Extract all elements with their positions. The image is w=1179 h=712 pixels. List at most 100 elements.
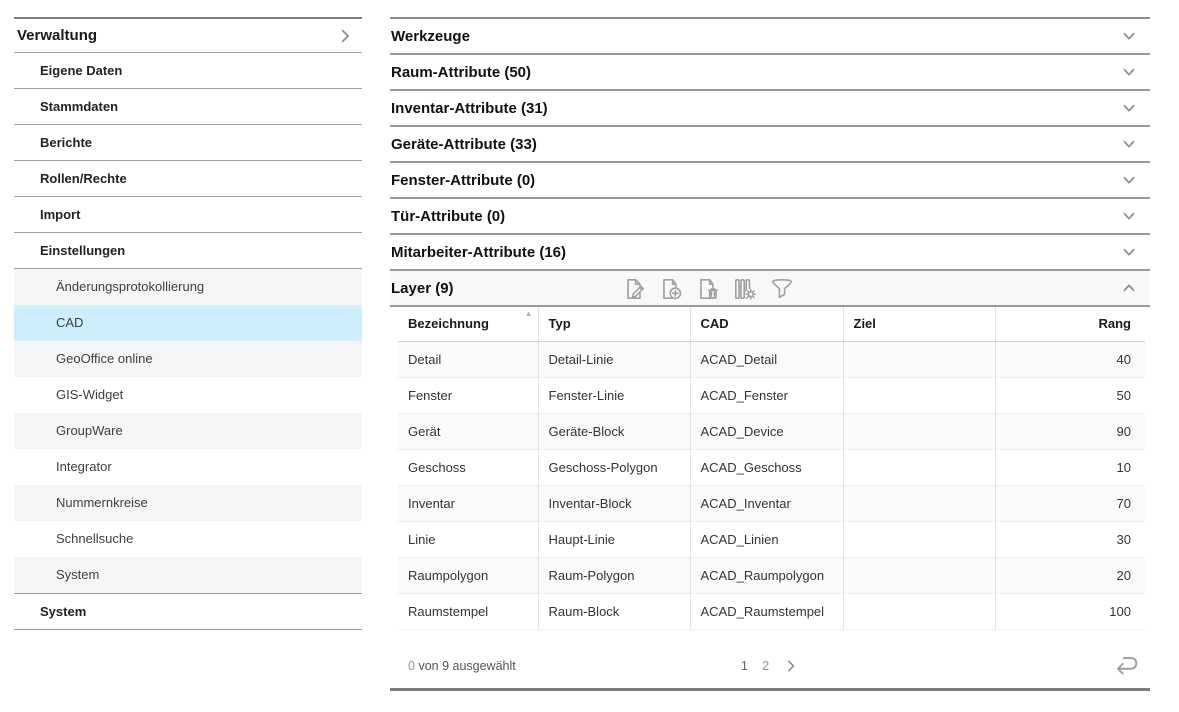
sidebar-item[interactable]: Rollen/Rechte <box>14 161 362 197</box>
cell-ziel <box>843 521 995 557</box>
accordion-header[interactable]: Fenster-Attribute (0) <box>390 163 1150 199</box>
sidebar-subitem[interactable]: Änderungsprotokollierung <box>14 269 362 305</box>
table-row[interactable]: Inventar Inventar-Block ACAD_Inventar 70 <box>398 485 1145 521</box>
page-number[interactable]: 1 <box>741 658 748 673</box>
cell-typ: Raum-Polygon <box>538 557 690 593</box>
accordion-label: Raum-Attribute (50) <box>391 64 531 81</box>
chevron-down-icon <box>1120 63 1138 81</box>
cell-cad: ACAD_Raumstempel <box>690 593 843 629</box>
sidebar-subitem[interactable]: GeoOffice online <box>14 341 362 377</box>
sidebar-item[interactable]: Import <box>14 197 362 233</box>
column-header-rang[interactable]: Rang <box>995 307 1145 341</box>
sidebar-subitem[interactable]: CAD <box>14 305 362 341</box>
chevron-down-icon <box>1120 27 1138 45</box>
column-header-cad[interactable]: CAD <box>690 307 843 341</box>
cell-rang: 20 <box>995 557 1145 593</box>
accordion-header[interactable]: Inventar-Attribute (31) <box>390 91 1150 127</box>
cell-typ: Haupt-Linie <box>538 521 690 557</box>
sidebar-header-verwaltung[interactable]: Verwaltung <box>14 19 362 53</box>
pagination: 1 2 <box>741 658 799 674</box>
cell-ziel <box>843 377 995 413</box>
table-row[interactable]: Fenster Fenster-Linie ACAD_Fenster 50 <box>398 377 1145 413</box>
next-page-icon[interactable] <box>783 658 799 674</box>
delete-record-icon[interactable] <box>694 276 721 303</box>
panel-bottom-divider <box>390 688 1150 691</box>
sidebar-subitem[interactable]: GroupWare <box>14 413 362 449</box>
layer-table: Bezeichnung ▲ Typ CAD Ziel Rang Detail D… <box>398 307 1145 630</box>
cell-ziel <box>843 557 995 593</box>
sidebar-item[interactable]: Eigene Daten <box>14 53 362 89</box>
sidebar-subitem[interactable]: GIS-Widget <box>14 377 362 413</box>
table-row[interactable]: Gerät Geräte-Block ACAD_Device 90 <box>398 413 1145 449</box>
page-number[interactable]: 2 <box>762 658 769 673</box>
selection-text: von 9 ausgewählt <box>418 659 515 673</box>
settings-subitems: Änderungsprotokollierung CAD GeoOffice o… <box>14 269 362 594</box>
cell-ziel <box>843 449 995 485</box>
accordion-label: Geräte-Attribute (33) <box>391 136 537 153</box>
table-row[interactable]: Raumstempel Raum-Block ACAD_Raumstempel … <box>398 593 1145 629</box>
table-row[interactable]: Linie Haupt-Linie ACAD_Linien 30 <box>398 521 1145 557</box>
return-icon[interactable] <box>1112 652 1142 678</box>
cell-bezeichnung: Geschoss <box>398 449 538 485</box>
sidebar-subitem[interactable]: Nummernkreise <box>14 485 362 521</box>
cell-ziel <box>843 485 995 521</box>
cell-typ: Geschoss-Polygon <box>538 449 690 485</box>
cell-cad: ACAD_Geschoss <box>690 449 843 485</box>
cell-cad: ACAD_Device <box>690 413 843 449</box>
cell-cad: ACAD_Linien <box>690 521 843 557</box>
accordion-label: Inventar-Attribute (31) <box>391 100 548 117</box>
cell-bezeichnung: Gerät <box>398 413 538 449</box>
column-header-bezeichnung[interactable]: Bezeichnung ▲ <box>398 307 538 341</box>
cell-rang: 100 <box>995 593 1145 629</box>
accordion-header-layer[interactable]: Layer (9) <box>390 271 1150 307</box>
chevron-up-icon <box>1120 279 1138 297</box>
cell-cad: ACAD_Inventar <box>690 485 843 521</box>
cell-cad: ACAD_Raumpolygon <box>690 557 843 593</box>
sidebar-item[interactable]: Einstellungen <box>14 233 362 269</box>
cell-rang: 40 <box>995 341 1145 377</box>
add-record-icon[interactable] <box>657 276 684 303</box>
column-settings-icon[interactable] <box>731 276 758 303</box>
chevron-down-icon <box>1120 135 1138 153</box>
accordion-header[interactable]: Tür-Attribute (0) <box>390 199 1150 235</box>
sidebar-subitem[interactable]: Integrator <box>14 449 362 485</box>
sidebar-item[interactable]: Berichte <box>14 125 362 161</box>
cell-bezeichnung: Inventar <box>398 485 538 521</box>
table-row[interactable]: Detail Detail-Linie ACAD_Detail 40 <box>398 341 1145 377</box>
cell-bezeichnung: Raumstempel <box>398 593 538 629</box>
admin-sidebar: Verwaltung Eigene Daten Stammdaten Beric… <box>14 17 362 630</box>
accordion-header[interactable]: Mitarbeiter-Attribute (16) <box>390 235 1150 271</box>
cell-rang: 10 <box>995 449 1145 485</box>
column-header-ziel[interactable]: Ziel <box>843 307 995 341</box>
cell-typ: Fenster-Linie <box>538 377 690 413</box>
cell-typ: Raum-Block <box>538 593 690 629</box>
cell-rang: 70 <box>995 485 1145 521</box>
accordion-label: Fenster-Attribute (0) <box>391 172 535 189</box>
cell-rang: 50 <box>995 377 1145 413</box>
cell-bezeichnung: Raumpolygon <box>398 557 538 593</box>
settings-cad-panel: Werkzeuge Raum-Attribute (50) Inventar-A… <box>390 17 1150 691</box>
table-row[interactable]: Geschoss Geschoss-Polygon ACAD_Geschoss … <box>398 449 1145 485</box>
accordion-header[interactable]: Geräte-Attribute (33) <box>390 127 1150 163</box>
accordion-header[interactable]: Raum-Attribute (50) <box>390 55 1150 91</box>
filter-icon[interactable] <box>768 276 795 303</box>
cell-typ: Detail-Linie <box>538 341 690 377</box>
table-row[interactable]: Raumpolygon Raum-Polygon ACAD_Raumpolygo… <box>398 557 1145 593</box>
sidebar-item-system[interactable]: System <box>14 594 362 630</box>
layer-table-footer: 0 von 9 ausgewählt 1 2 <box>390 646 1150 686</box>
column-header-label: Bezeichnung <box>408 316 489 331</box>
layer-toolbar <box>620 271 795 307</box>
sidebar-subitem[interactable]: System <box>14 557 362 593</box>
cell-bezeichnung: Linie <box>398 521 538 557</box>
selection-status: 0 von 9 ausgewählt <box>390 659 516 673</box>
column-header-typ[interactable]: Typ <box>538 307 690 341</box>
accordion-header[interactable]: Werkzeuge <box>390 19 1150 55</box>
cell-ziel <box>843 413 995 449</box>
sidebar-item[interactable]: Stammdaten <box>14 89 362 125</box>
edit-record-icon[interactable] <box>620 276 647 303</box>
cell-typ: Inventar-Block <box>538 485 690 521</box>
accordion-label: Werkzeuge <box>391 28 470 45</box>
cell-cad: ACAD_Fenster <box>690 377 843 413</box>
chevron-down-icon <box>1120 243 1138 261</box>
sidebar-subitem[interactable]: Schnellsuche <box>14 521 362 557</box>
